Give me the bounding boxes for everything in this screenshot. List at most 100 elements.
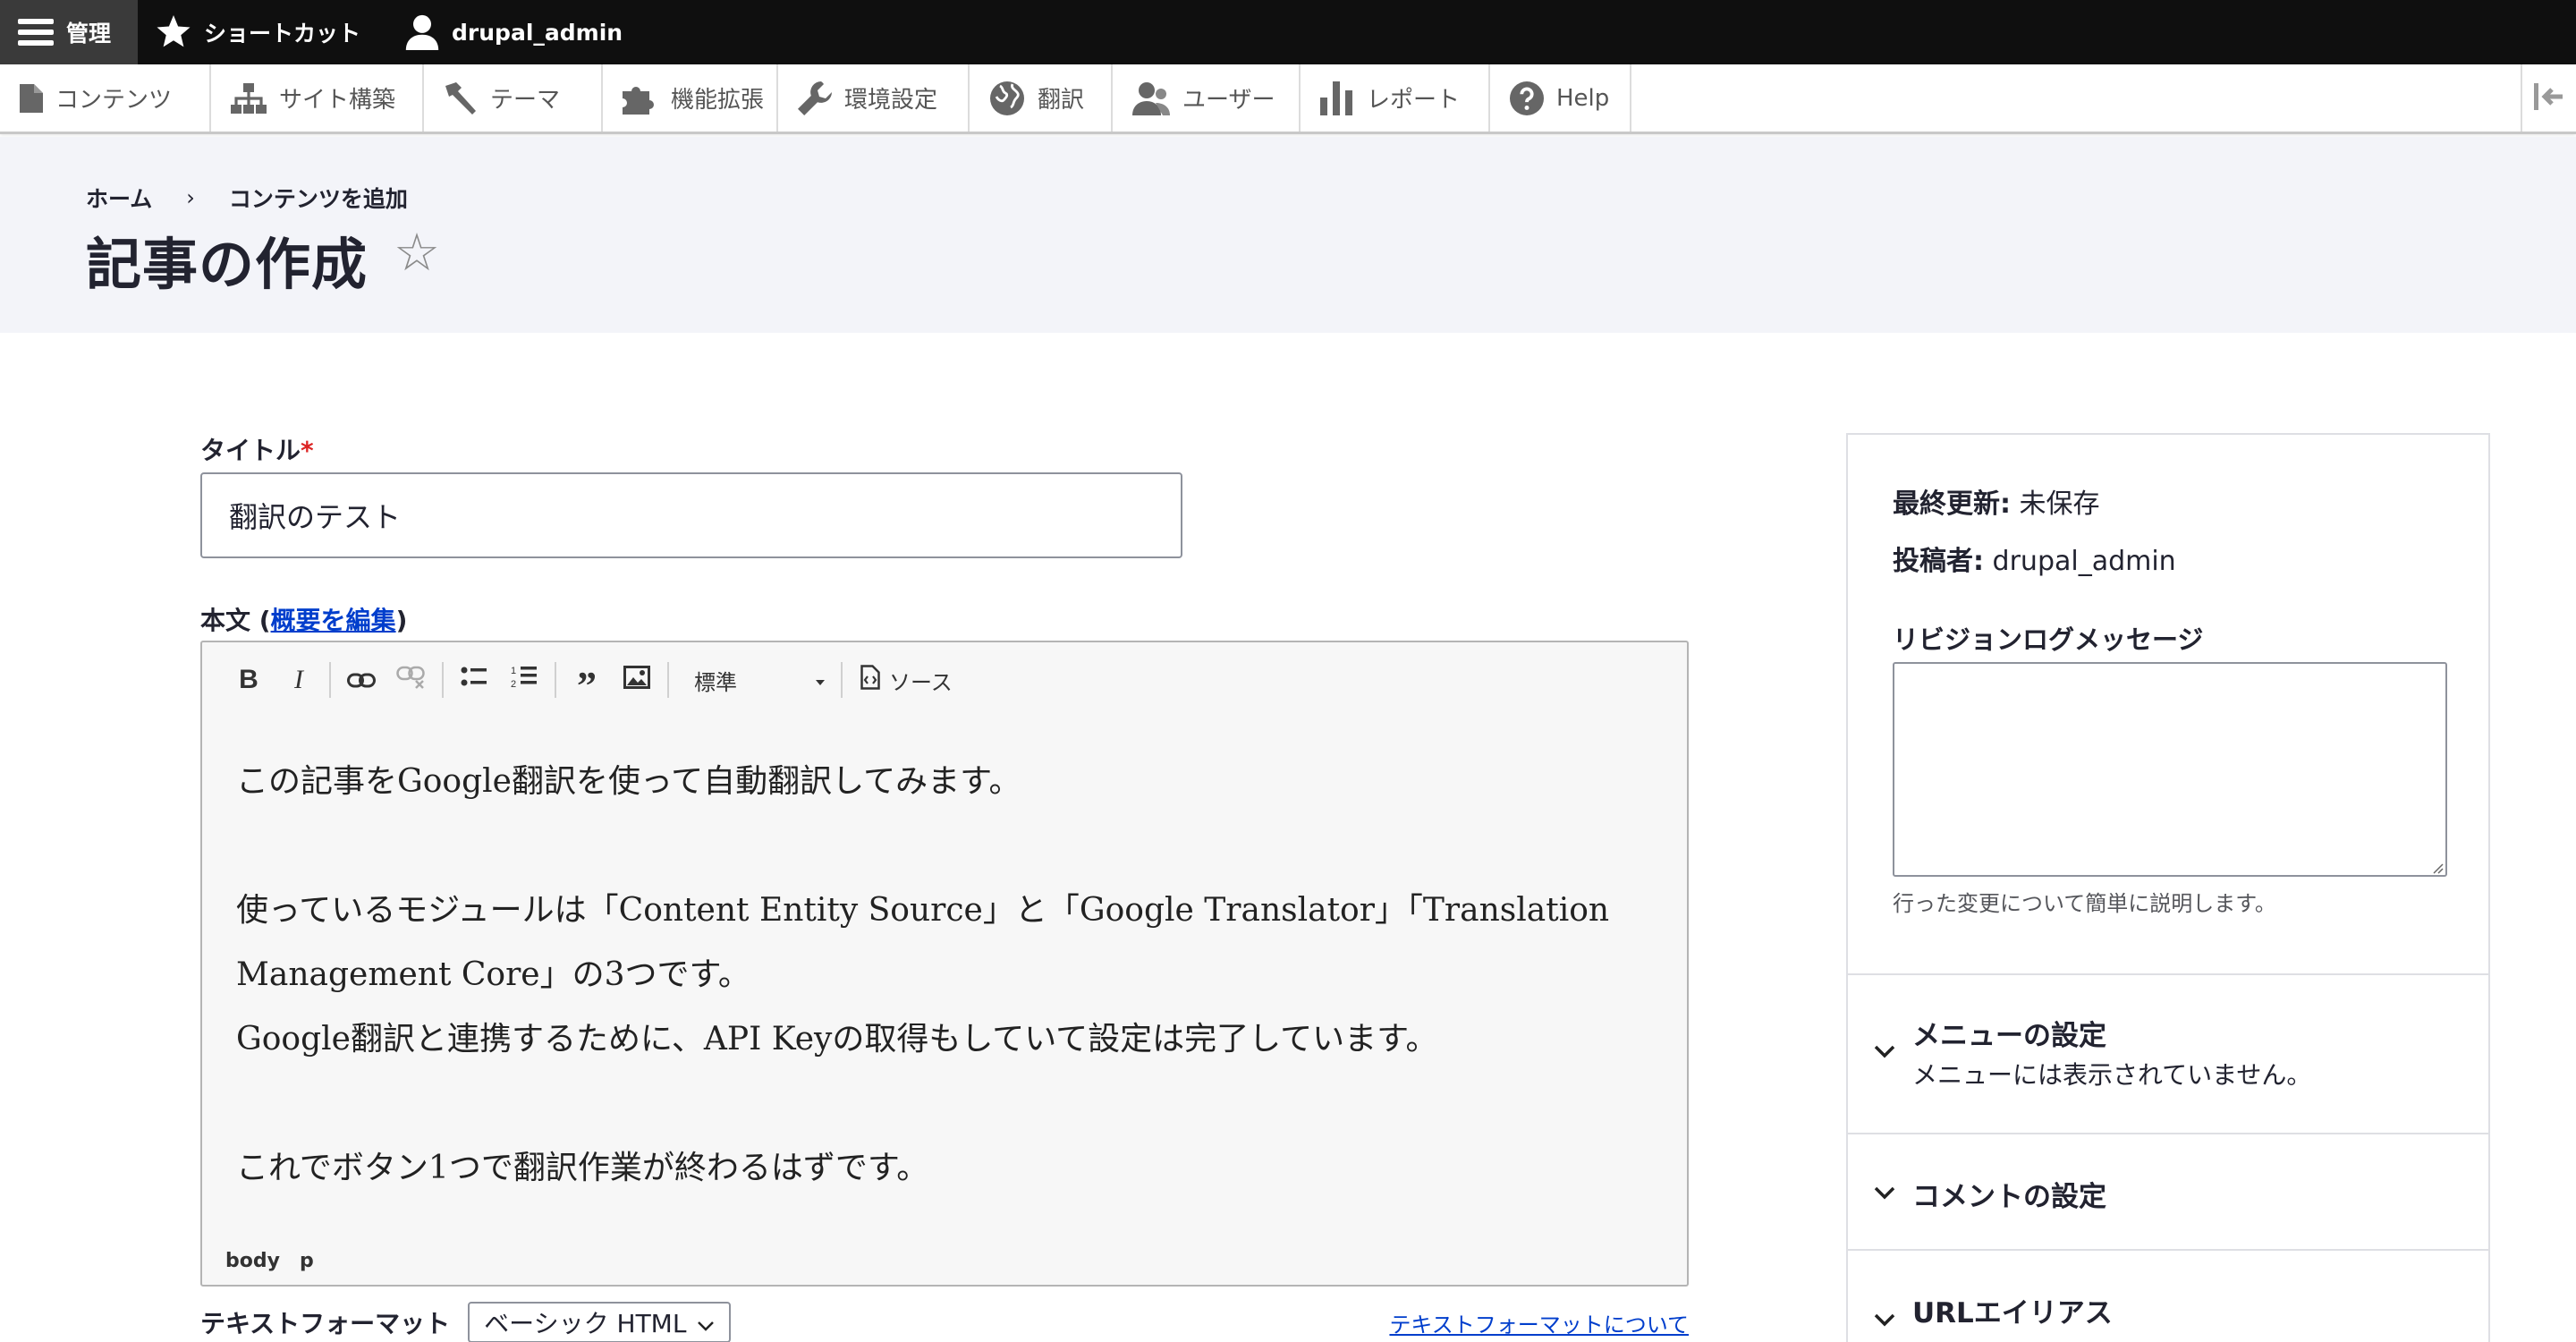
manage-label: 管理 <box>66 21 112 47</box>
bulleted-list-icon <box>461 665 487 696</box>
image-icon <box>623 665 650 696</box>
editor-paragraph: Google翻訳と連携するために、API Keyの取得もしていて設定は完了してい… <box>236 1021 1438 1057</box>
numbered-list-icon: 12 <box>511 664 538 696</box>
chevron-down-icon <box>697 1308 715 1338</box>
toolbar-separator <box>667 662 669 698</box>
svg-text:1: 1 <box>511 666 516 676</box>
title-label-text: タイトル <box>200 436 301 465</box>
shortcuts-label: ショートカット <box>204 21 361 47</box>
tray-item-extend[interactable]: 機能拡張 <box>603 64 778 132</box>
text-format-row: テキストフォーマット ベーシック HTML テキストフォーマットについて <box>200 1302 1689 1342</box>
image-button[interactable] <box>612 655 662 705</box>
editor-content-area[interactable]: この記事をGoogle翻訳を使って自動翻訳してみます。 使っているモジュールは「… <box>236 750 1631 1201</box>
last-updated-value: 未保存 <box>2019 488 2100 520</box>
bold-icon: B <box>239 665 258 694</box>
url-alias-section[interactable]: URLエイリアス <box>1848 1251 2488 1342</box>
element-path-p[interactable]: p <box>300 1250 314 1272</box>
italic-icon: I <box>294 665 303 694</box>
globe-icon <box>989 81 1025 116</box>
admin-tray: コンテンツ サイト構築 テーマ 機能拡張 環境設定 翻訳 ユーザー レポート H… <box>0 64 2576 134</box>
file-icon <box>20 83 43 113</box>
help-icon <box>1510 81 1544 115</box>
editor-paragraph: 使っているモジュールは「Content Entity Source」と「Goog… <box>236 892 1610 993</box>
editor-element-path: body p <box>225 1250 314 1272</box>
tray-spacer <box>1631 64 2521 132</box>
tray-item-config[interactable]: 環境設定 <box>778 64 970 132</box>
text-format-select[interactable]: ベーシック HTML <box>468 1302 732 1342</box>
menu-settings-summary: メニューには表示されていません。 <box>1912 1060 2312 1090</box>
puzzle-icon <box>623 82 658 115</box>
unlink-icon <box>396 665 427 696</box>
source-icon <box>860 665 880 695</box>
text-format-label: テキストフォーマット <box>200 1309 451 1338</box>
bar-chart-icon <box>1320 81 1354 115</box>
tray-item-content[interactable]: コンテンツ <box>0 64 211 132</box>
title-input[interactable]: 翻訳のテスト <box>200 472 1182 558</box>
url-alias-title: URLエイリアス <box>1912 1297 2113 1329</box>
italic-button[interactable]: I <box>274 655 324 705</box>
toolbar-separator <box>555 662 556 698</box>
tray-item-label: テーマ <box>490 87 561 114</box>
body-field-label: 本文 (概要を編集) <box>200 601 407 637</box>
link-icon <box>347 665 376 696</box>
body-label-prefix: 本文 ( <box>200 606 271 635</box>
unlink-button[interactable] <box>386 655 436 705</box>
element-path-body[interactable]: body <box>225 1250 280 1272</box>
resize-grip-icon[interactable] <box>2431 861 2444 874</box>
source-button[interactable]: ソース <box>848 665 965 696</box>
comment-settings-title: コメントの設定 <box>1912 1181 2106 1213</box>
last-updated: 最終更新: 未保存 <box>1893 481 2100 521</box>
menu-settings-title: メニューの設定 <box>1912 1020 2106 1052</box>
people-icon <box>1132 81 1170 115</box>
breadcrumb-separator: › <box>186 185 195 210</box>
admin-toolbar: 管理 ショートカット drupal_admin <box>0 0 2576 64</box>
tray-item-label: 翻訳 <box>1038 87 1085 114</box>
last-updated-label: 最終更新: <box>1893 488 2011 520</box>
star-icon <box>156 15 191 49</box>
blockquote-button[interactable]: ” <box>562 655 612 706</box>
text-format-help-link[interactable]: テキストフォーマットについて <box>1389 1307 1689 1338</box>
breadcrumb-add-content-link[interactable]: コンテンツを追加 <box>229 182 408 214</box>
source-label: ソース <box>889 669 953 695</box>
tray-item-appearance[interactable]: テーマ <box>424 64 603 132</box>
breadcrumb-home-link[interactable]: ホーム <box>86 182 152 214</box>
heading-select[interactable]: 標準 <box>674 665 835 696</box>
wrench-icon <box>798 81 832 115</box>
tray-item-help[interactable]: Help <box>1490 64 1631 132</box>
user-menu-button[interactable]: drupal_admin <box>387 0 649 64</box>
add-shortcut-star-icon[interactable]: ☆ <box>394 226 440 278</box>
link-button[interactable] <box>336 655 386 705</box>
meta-sidebar: 最終更新: 未保存 投稿者: drupal_admin リビジョンログメッセージ… <box>1846 433 2490 1342</box>
toolbar-separator <box>442 662 444 698</box>
editor-paragraph: これでボタン1つで翻訳作業が終わるはずです。 <box>236 1150 929 1186</box>
manage-menu-button[interactable]: 管理 <box>0 0 139 64</box>
revision-log-textarea[interactable] <box>1893 662 2447 877</box>
tray-item-label: Help <box>1556 84 1610 112</box>
tray-item-label: コンテンツ <box>55 87 173 114</box>
bulleted-list-button[interactable] <box>449 655 499 705</box>
tray-item-label: 環境設定 <box>844 87 938 114</box>
editor-paragraph: この記事をGoogle翻訳を使って自動翻訳してみます。 <box>236 763 1021 800</box>
numbered-list-button[interactable]: 12 <box>499 655 549 705</box>
meta-info-panel: 最終更新: 未保存 投稿者: drupal_admin リビジョンログメッセージ… <box>1848 435 2488 975</box>
tray-item-reports[interactable]: レポート <box>1301 64 1490 132</box>
tray-item-people[interactable]: ユーザー <box>1113 64 1301 132</box>
tray-item-structure[interactable]: サイト構築 <box>211 64 424 132</box>
menu-settings-section[interactable]: メニューの設定 メニューには表示されていません。 <box>1848 975 2488 1134</box>
tray-orientation-toggle[interactable] <box>2521 64 2576 132</box>
body-label-suffix: ) <box>395 606 408 635</box>
heading-select-value: 標準 <box>694 669 737 695</box>
caret-down-icon <box>814 667 826 692</box>
tray-item-label: ユーザー <box>1182 87 1275 114</box>
author-info: 投稿者: drupal_admin <box>1893 539 2176 578</box>
comment-settings-section[interactable]: コメントの設定 <box>1848 1134 2488 1251</box>
edit-summary-link[interactable]: 概要を編集 <box>271 606 396 635</box>
tray-item-translate[interactable]: 翻訳 <box>970 64 1113 132</box>
shortcuts-button[interactable]: ショートカット <box>138 0 387 64</box>
paintbrush-icon <box>444 81 478 115</box>
tray-item-label: レポート <box>1367 87 1461 114</box>
user-icon <box>405 14 439 50</box>
page-header: ホーム › コンテンツを追加 記事の作成 ☆ <box>0 137 2576 333</box>
tray-item-label: 機能拡張 <box>671 87 765 114</box>
bold-button[interactable]: B <box>224 655 274 705</box>
